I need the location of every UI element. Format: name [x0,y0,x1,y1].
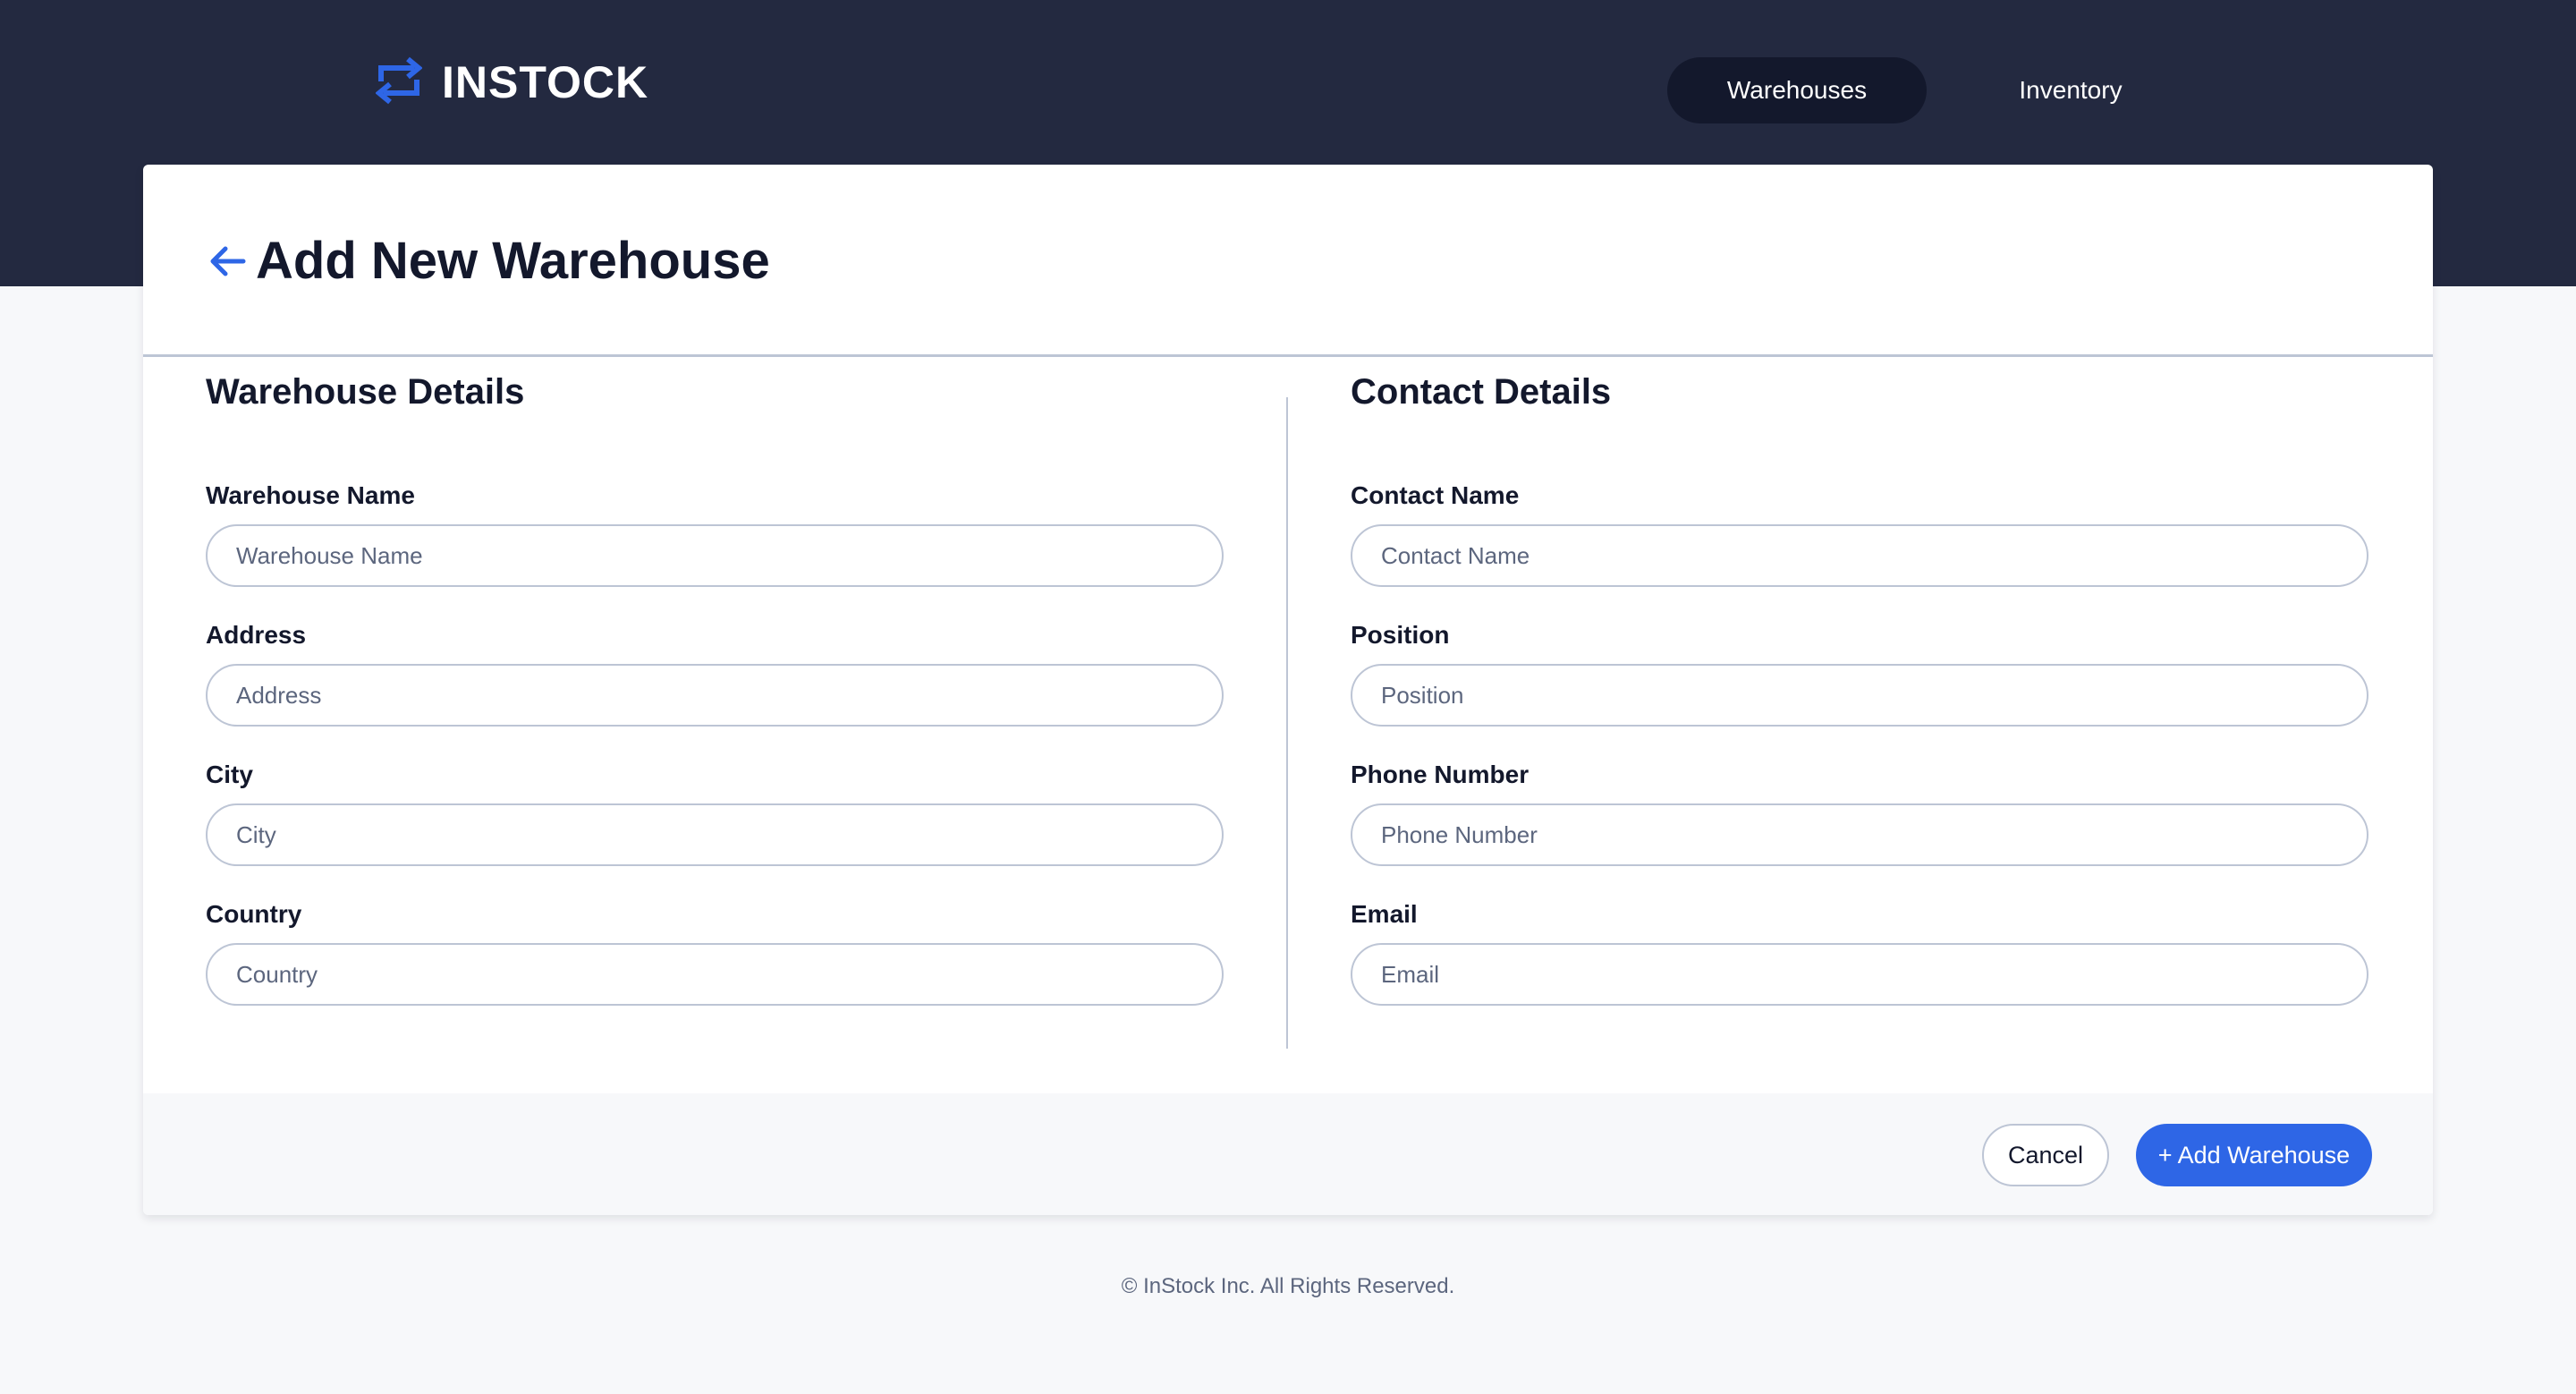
warehouse-name-label: Warehouse Name [206,481,415,509]
address-label: Address [206,621,307,649]
contact-details-title: Contact Details [1351,372,1612,412]
nav-warehouses[interactable]: Warehouses [1667,57,1927,123]
position-input[interactable] [1351,664,2368,727]
section-divider [1286,397,1288,1049]
nav-inventory[interactable]: Inventory [1941,57,2200,123]
page-title: Add New Warehouse [256,232,770,290]
footer-copyright: © InStock Inc. All Rights Reserved. [1121,1274,1455,1298]
position-label: Position [1351,621,1450,649]
warehouse-details-title: Warehouse Details [206,372,525,412]
city-label: City [206,761,253,788]
country-input[interactable] [206,943,1224,1006]
phone-number-label: Phone Number [1351,761,1530,788]
add-warehouse-card: Add New Warehouse Warehouse Details Ware… [143,165,2433,1215]
form-actions: Cancel + Add Warehouse [143,1093,2433,1215]
contact-name-input[interactable] [1351,524,2368,587]
warehouse-name-input[interactable] [206,524,1224,587]
add-warehouse-button[interactable]: + Add Warehouse [2136,1124,2372,1186]
card-header: Add New Warehouse [143,165,2433,357]
address-input[interactable] [206,664,1224,727]
main-nav: Warehouses Inventory [1667,57,2200,123]
logo[interactable]: INSTOCK [375,52,649,113]
city-input[interactable] [206,803,1224,866]
country-label: Country [206,900,302,928]
contact-name-label: Contact Name [1351,481,1520,509]
swap-arrows-icon [375,55,423,110]
logo-text: INSTOCK [442,57,649,107]
email-input[interactable] [1351,943,2368,1006]
email-label: Email [1351,900,1418,928]
cancel-button[interactable]: Cancel [1982,1124,2109,1186]
phone-number-input[interactable] [1351,803,2368,866]
arrow-left-icon[interactable] [208,242,247,281]
